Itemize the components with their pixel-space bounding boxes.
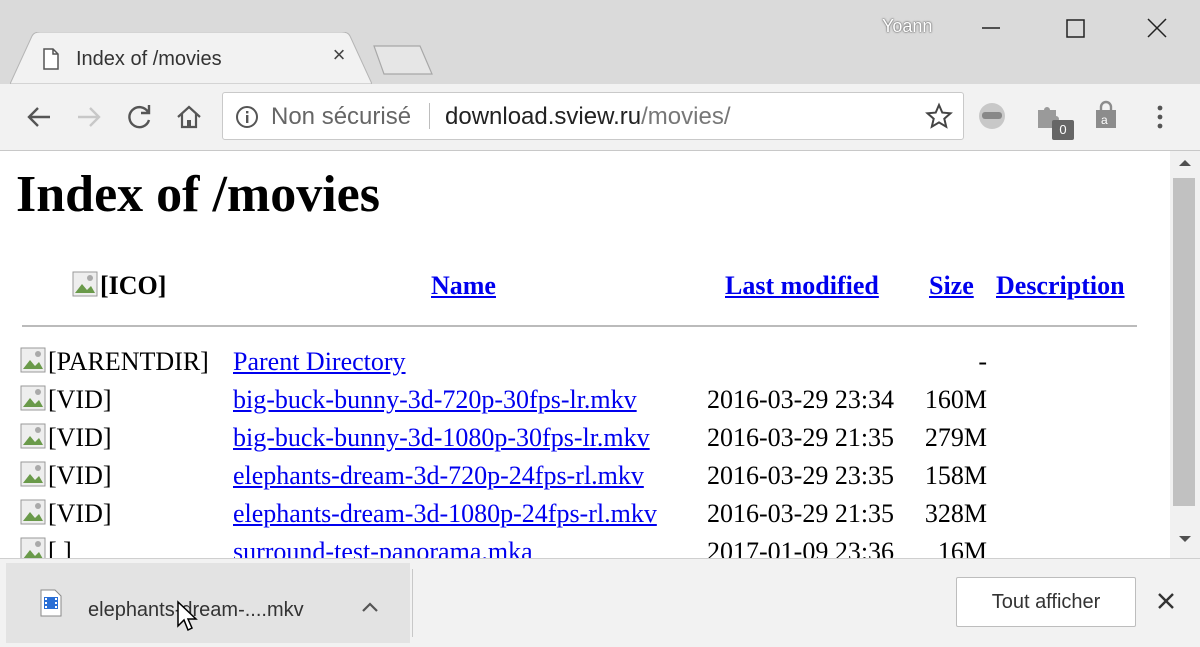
file-type-icon: [VID] <box>20 423 112 453</box>
url-path: /movies/ <box>641 103 731 130</box>
title-bar: Index of /movies × Yoann <box>0 0 1200 84</box>
file-date: 2016-03-29 21:35 <box>707 423 895 452</box>
video-file-icon <box>40 589 62 622</box>
url-host: download.sview.ru <box>445 103 642 130</box>
file-date: 2016-03-29 23:35 <box>707 461 895 490</box>
file-date: 2016-03-29 23:34 <box>707 385 895 414</box>
table-row: [PARENTDIR] Parent Directory - <box>0 347 1170 385</box>
reload-icon[interactable] <box>122 100 156 134</box>
table-row: [VID] elephants-dream-3d-720p-24fps-rl.mk… <box>0 461 1170 499</box>
security-label[interactable]: Non sécurisé <box>271 103 411 131</box>
table-row: [VID] elephants-dream-3d-1080p-24fps-rl.m… <box>0 499 1170 537</box>
download-bar-divider <box>412 569 413 637</box>
file-type-alt: [VID] <box>48 499 112 528</box>
window-close-button[interactable] <box>1134 6 1180 46</box>
file-size: 16M <box>937 537 987 558</box>
close-icon[interactable] <box>1154 589 1178 618</box>
table-row: [VID] big-buck-bunny-3d-720p-30fps-lr.mkv… <box>0 385 1170 423</box>
extension-icon-bag[interactable]: a <box>1090 100 1122 137</box>
file-type-icon: [VID] <box>20 385 112 415</box>
file-size: 328M <box>924 499 987 528</box>
file-type-icon: [PARENTDIR] <box>20 347 209 377</box>
column-header-icon: [ICO] <box>72 271 166 301</box>
column-header-last-modified[interactable]: Last modified <box>725 271 879 300</box>
file-type-alt: [ ] <box>48 537 72 558</box>
file-size: - <box>978 347 987 376</box>
file-date: 2017-01-09 23:36 <box>707 537 895 558</box>
file-type-alt: [VID] <box>48 423 112 452</box>
separator <box>429 103 430 129</box>
file-size: 279M <box>924 423 987 452</box>
column-header-description[interactable]: Description <box>996 271 1125 300</box>
new-tab-button[interactable] <box>370 44 436 81</box>
scrollbar-thumb[interactable] <box>1173 178 1195 506</box>
mouse-cursor-icon <box>176 600 198 639</box>
file-link[interactable]: big-buck-bunny-3d-1080p-30fps-lr.mkv <box>233 423 650 453</box>
file-type-alt: [VID] <box>48 461 112 490</box>
svg-text:a: a <box>1101 113 1108 127</box>
file-size: 160M <box>924 385 987 414</box>
tab-title: Index of /movies <box>76 48 222 70</box>
table-row: [VID] big-buck-bunny-3d-1080p-30fps-lr.mk… <box>0 423 1170 461</box>
file-type-icon: [ ] <box>20 537 72 558</box>
file-link[interactable]: elephants-dream-3d-720p-24fps-rl.mkv <box>233 461 644 491</box>
maximize-button[interactable] <box>1053 6 1099 46</box>
extension-badge: 0 <box>1052 120 1074 140</box>
page-content: Index of /movies [ICO] Name Last modifie… <box>0 151 1170 558</box>
file-link[interactable]: Parent Directory <box>233 347 406 377</box>
file-type-alt: [VID] <box>48 385 112 414</box>
icon-column-label: [ICO] <box>100 271 167 300</box>
menu-icon[interactable] <box>1148 102 1172 137</box>
bookmark-star-icon[interactable] <box>925 102 953 135</box>
column-header-name[interactable]: Name <box>431 271 496 300</box>
table-row: [ ] surround-test-panorama.mka 2017-01-09 … <box>0 537 1170 558</box>
file-date: 2016-03-29 21:35 <box>707 499 895 528</box>
file-link[interactable]: big-buck-bunny-3d-720p-30fps-lr.mkv <box>233 385 637 415</box>
page-heading: Index of /movies <box>16 166 380 223</box>
file-type-icon: [VID] <box>20 499 112 529</box>
file-link[interactable]: elephants-dream-3d-1080p-24fps-rl.mkv <box>233 499 657 529</box>
file-type-alt: [PARENTDIR] <box>48 347 209 376</box>
back-arrow-icon[interactable] <box>22 100 56 134</box>
browser-toolbar: Non sécurisé download.sview.ru/movies/ a <box>0 84 1200 151</box>
home-icon[interactable] <box>172 100 206 134</box>
chevron-up-icon[interactable] <box>358 595 382 624</box>
show-all-button[interactable]: Tout afficher <box>956 577 1136 627</box>
profile-name[interactable]: Yoann <box>882 16 932 37</box>
file-link[interactable]: surround-test-panorama.mka <box>233 537 533 558</box>
info-icon[interactable] <box>235 105 259 134</box>
column-header-size[interactable]: Size <box>929 271 974 300</box>
address-bar[interactable]: Non sécurisé download.sview.ru/movies/ <box>222 92 964 140</box>
broken-image-icon <box>72 271 98 297</box>
forward-arrow-icon[interactable] <box>72 100 106 134</box>
header-divider <box>22 325 1137 327</box>
url-text[interactable]: download.sview.ru/movies/ <box>445 103 730 131</box>
file-type-icon: [VID] <box>20 461 112 491</box>
download-item[interactable]: elephants-dream-....mkv <box>6 563 410 643</box>
tab-active[interactable]: Index of /movies × <box>10 32 372 84</box>
tab-close-icon[interactable]: × <box>328 44 350 66</box>
document-icon <box>42 48 60 75</box>
extension-icon-mask[interactable] <box>976 100 1008 137</box>
file-size: 158M <box>924 461 987 490</box>
minimize-button[interactable] <box>968 6 1014 46</box>
